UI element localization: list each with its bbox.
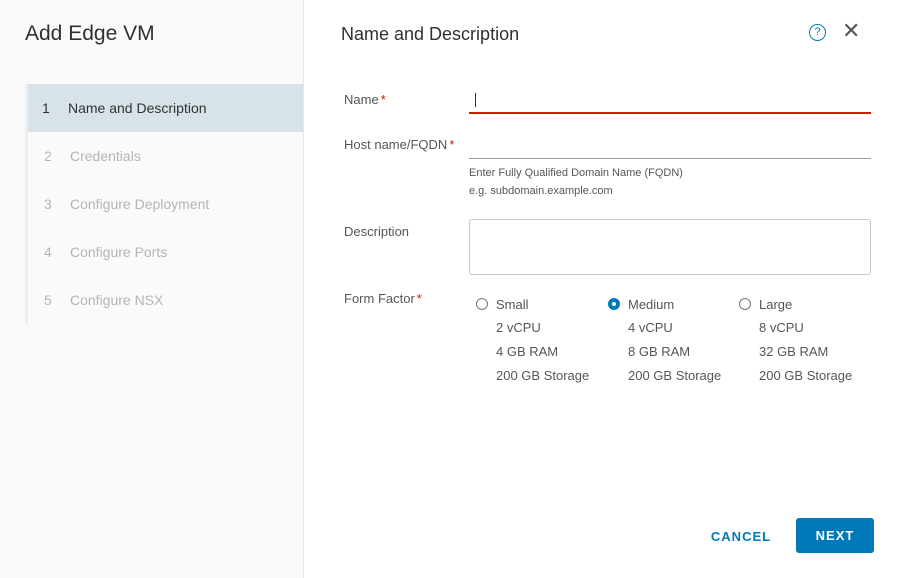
name-input[interactable] [469, 88, 871, 114]
form-factor-option-large: Large 8 vCPU 32 GB RAM 200 GB Storage [739, 296, 852, 384]
step-label: Configure NSX [70, 292, 164, 308]
form-factor-option-small: Small 2 vCPU 4 GB RAM 200 GB Storage [476, 296, 589, 384]
step-credentials[interactable]: 2 Credentials [28, 132, 303, 180]
name-label: Name * [344, 92, 386, 107]
option-cpu: 4 vCPU [628, 320, 673, 335]
form-factor-label-text: Form Factor [344, 291, 415, 306]
option-storage: 200 GB Storage [759, 368, 853, 383]
option-label: Medium [628, 296, 675, 312]
option-storage: 200 GB Storage [496, 368, 590, 383]
wizard-content: Name and Description ? ✕ Name * Host name… [305, 0, 898, 578]
next-button[interactable]: NEXT [796, 518, 874, 553]
wizard-steps: 1 Name and Description 2 Credentials 3 C… [25, 84, 303, 324]
option-cpu: 2 vCPU [496, 320, 541, 335]
step-label: Name and Description [68, 100, 207, 116]
option-cpu: 8 vCPU [759, 320, 804, 335]
hostname-label: Host name/FQDN * [344, 137, 454, 152]
radio-large[interactable]: Large [739, 296, 852, 312]
step-number: 2 [44, 148, 52, 164]
radio-unchecked-icon [739, 298, 751, 310]
hostname-example-text: e.g. subdomain.example.com [469, 185, 613, 197]
step-number: 5 [44, 292, 52, 308]
step-configure-nsx[interactable]: 5 Configure NSX [28, 276, 303, 324]
option-ram: 4 GB RAM [496, 344, 559, 359]
page-title: Name and Description [341, 24, 520, 44]
step-number: 3 [44, 196, 52, 212]
option-label: Large [759, 296, 793, 312]
step-configure-ports[interactable]: 4 Configure Ports [28, 228, 303, 276]
help-icon[interactable]: ? [809, 24, 826, 41]
required-mark: * [380, 92, 386, 107]
cancel-button[interactable]: CANCEL [701, 519, 781, 553]
hostname-helper-text: Enter Fully Qualified Domain Name (FQDN) [469, 167, 683, 179]
step-number: 1 [42, 100, 50, 116]
radio-checked-icon [608, 298, 620, 310]
wizard-title: Add Edge VM [25, 22, 155, 45]
hostname-label-text: Host name/FQDN [344, 137, 448, 152]
hostname-input[interactable] [469, 134, 871, 159]
step-configure-deployment[interactable]: 3 Configure Deployment [28, 180, 303, 228]
option-storage: 200 GB Storage [628, 368, 722, 383]
radio-medium[interactable]: Medium [608, 296, 721, 312]
required-mark: * [449, 137, 455, 152]
option-label: Small [496, 296, 529, 312]
description-label: Description [344, 224, 410, 239]
name-label-text: Name [344, 92, 379, 107]
radio-unchecked-icon [476, 298, 488, 310]
wizard-sidebar: Add Edge VM 1 Name and Description 2 Cre… [0, 0, 304, 578]
step-label: Configure Deployment [70, 196, 210, 212]
step-label: Configure Ports [70, 244, 168, 260]
option-ram: 8 GB RAM [628, 344, 691, 359]
required-mark: * [416, 291, 422, 306]
radio-small[interactable]: Small [476, 296, 589, 312]
step-label: Credentials [70, 148, 141, 164]
description-textarea[interactable] [469, 219, 871, 275]
text-caret [475, 93, 476, 107]
step-name-and-description[interactable]: 1 Name and Description [28, 84, 303, 132]
option-ram: 32 GB RAM [759, 344, 829, 359]
form-factor-option-medium: Medium 4 vCPU 8 GB RAM 200 GB Storage [608, 296, 721, 384]
form-factor-label: Form Factor * [344, 291, 422, 306]
step-number: 4 [44, 244, 52, 260]
close-icon[interactable]: ✕ [842, 20, 860, 42]
